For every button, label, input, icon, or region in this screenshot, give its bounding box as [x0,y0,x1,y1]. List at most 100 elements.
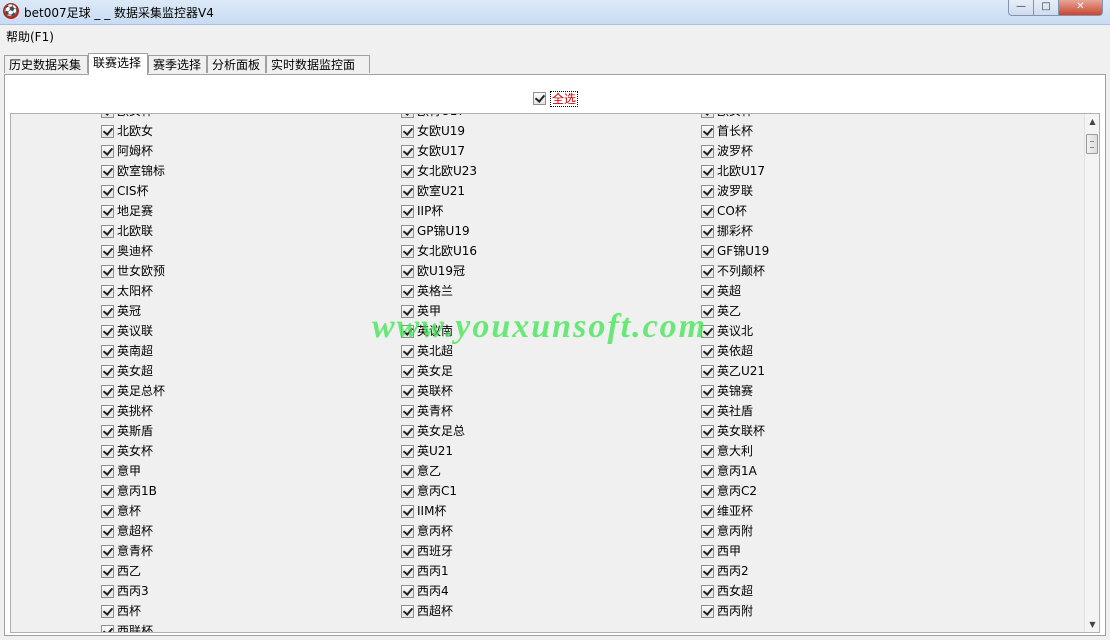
checkbox-box[interactable] [101,525,114,538]
checkbox-box[interactable] [401,365,414,378]
checkbox-box[interactable] [101,325,114,338]
checkbox-box[interactable] [401,205,414,218]
checkbox-box[interactable] [101,365,114,378]
checkbox-box[interactable] [401,305,414,318]
checkbox-box[interactable] [401,245,414,258]
checkbox-box[interactable] [101,425,114,438]
checkbox-box[interactable] [701,114,714,118]
checkbox-box[interactable] [101,605,114,618]
maximize-button[interactable]: □ [1033,0,1059,16]
checkbox-box[interactable] [701,525,714,538]
checkbox-box[interactable] [701,545,714,558]
checkbox-box[interactable] [401,114,414,118]
checkbox-box[interactable] [401,525,414,538]
checkbox-box[interactable] [701,265,714,278]
checkbox-box[interactable] [701,485,714,498]
checkbox-box[interactable] [401,485,414,498]
checkbox-box[interactable] [701,605,714,618]
checkbox-box[interactable] [401,545,414,558]
checkbox-box[interactable] [101,445,114,458]
checkbox-box[interactable] [101,205,114,218]
checkbox-box[interactable] [401,345,414,358]
checkbox-box[interactable] [101,545,114,558]
league-row: 北欧联 GP锦U19 挪彩杯 [11,222,1083,242]
checkbox-box[interactable] [101,465,114,478]
checkbox-box[interactable] [401,145,414,158]
checkbox-box[interactable] [701,205,714,218]
checkbox-box[interactable] [101,385,114,398]
checkbox-box[interactable] [101,405,114,418]
menu-help[interactable]: 帮助(F1) [6,28,54,45]
checkbox-box[interactable] [101,114,114,118]
checkbox-box[interactable] [701,165,714,178]
checkbox-box[interactable] [701,345,714,358]
checkbox-box[interactable] [101,345,114,358]
checkbox-box[interactable] [401,605,414,618]
checkbox-box[interactable] [701,465,714,478]
checkbox-box[interactable] [401,225,414,238]
scroll-thumb[interactable] [1086,134,1098,154]
checkbox-box[interactable] [701,425,714,438]
checkbox-box[interactable] [401,185,414,198]
checkbox-box[interactable] [101,185,114,198]
checkbox-box[interactable] [701,505,714,518]
league-list[interactable]: 欧女杯欧青U17欧女杯北欧女女欧U19首长杯阿姆杯女欧U17波罗杯欧室锦标女北欧… [10,113,1100,633]
checkbox-box[interactable] [701,565,714,578]
tab-realtime-monitor[interactable]: 实时数据监控面板 [266,55,370,90]
checkbox-box[interactable] [101,245,114,258]
checkbox-box[interactable] [701,145,714,158]
checkbox-box[interactable] [401,165,414,178]
checkbox-box[interactable] [101,165,114,178]
checkbox-box[interactable] [701,125,714,138]
checkbox-box[interactable] [101,565,114,578]
checkbox-box[interactable] [101,285,114,298]
checkbox-box[interactable] [701,245,714,258]
checkbox-box[interactable] [101,505,114,518]
tab-history-collection[interactable]: 历史数据采集 [4,55,88,73]
checkbox-box[interactable] [101,625,114,632]
minimize-button[interactable]: — [1008,0,1034,16]
tab-analysis-panel[interactable]: 分析面板 [207,55,266,73]
checkbox-box[interactable] [533,92,546,105]
checkbox-box[interactable] [701,365,714,378]
checkbox-box[interactable] [101,585,114,598]
checkbox-box[interactable] [401,405,414,418]
checkbox-box[interactable] [101,305,114,318]
tab-season-select[interactable]: 赛季选择 [148,55,207,73]
checkbox-box[interactable] [701,445,714,458]
scroll-down-arrow-icon[interactable]: ▼ [1085,617,1099,632]
checkbox-box[interactable] [701,405,714,418]
checkbox-box[interactable] [101,145,114,158]
league-label: 英足总杯 [117,384,166,398]
checkbox-box[interactable] [701,305,714,318]
checkbox-box[interactable] [701,325,714,338]
league-label: 英议南 [417,324,454,338]
checkbox-box[interactable] [401,265,414,278]
league-row: 英斯盾 英女足总 英女联杯 [11,422,1083,442]
checkbox-box[interactable] [401,505,414,518]
checkbox-box[interactable] [401,465,414,478]
checkbox-box[interactable] [401,285,414,298]
checkbox-box[interactable] [401,445,414,458]
checkbox-box[interactable] [701,185,714,198]
checkbox-box[interactable] [701,385,714,398]
checkbox-box[interactable] [401,325,414,338]
checkbox-box[interactable] [101,225,114,238]
tab-league-select[interactable]: 联赛选择 [88,53,148,75]
select-all-label[interactable]: 全选 [550,91,579,107]
scroll-up-arrow-icon[interactable]: ▲ [1085,114,1099,129]
checkbox-box[interactable] [701,585,714,598]
checkbox-box[interactable] [401,565,414,578]
checkbox-box[interactable] [101,265,114,278]
checkbox-box[interactable] [401,385,414,398]
checkbox-box[interactable] [401,585,414,598]
checkbox-box[interactable] [401,125,414,138]
checkbox-box[interactable] [401,425,414,438]
close-button[interactable]: ✕ [1058,0,1103,16]
checkbox-box[interactable] [701,225,714,238]
league-row: 意杯 IIM杯 维亚杯 [11,502,1083,522]
vertical-scrollbar[interactable]: ▲ ▼ [1084,114,1099,632]
checkbox-box[interactable] [701,285,714,298]
checkbox-box[interactable] [101,125,114,138]
checkbox-box[interactable] [101,485,114,498]
